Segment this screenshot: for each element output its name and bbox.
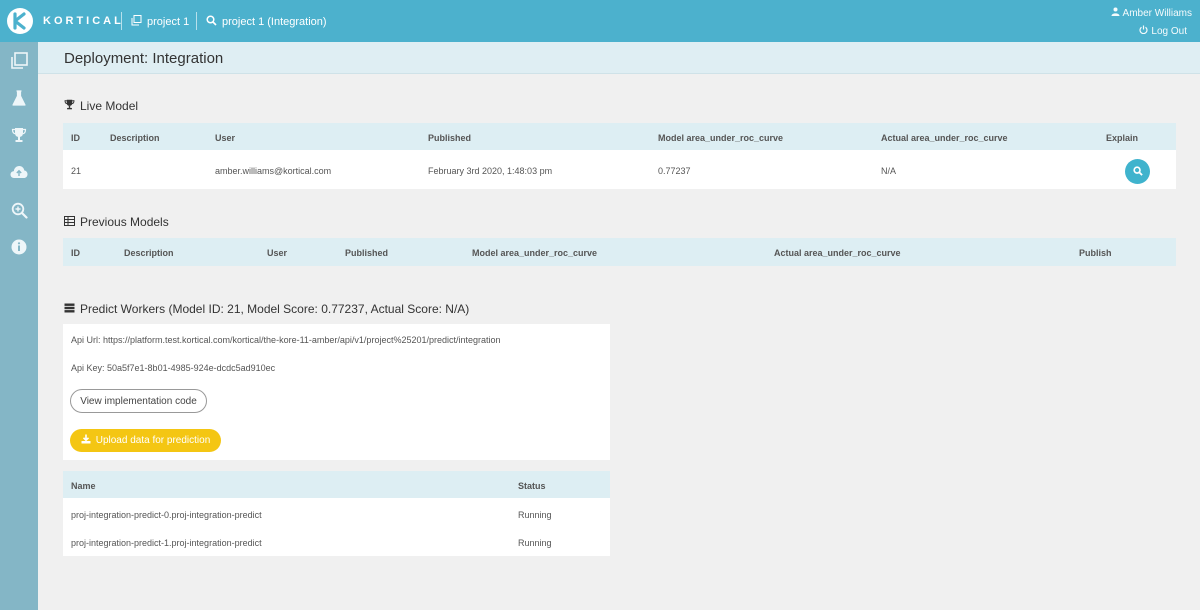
breadcrumb-deployment-label: project 1 (Integration) bbox=[222, 16, 327, 28]
view-implementation-code-button[interactable]: View implementation code bbox=[70, 389, 207, 413]
previous-models-title: Previous Models bbox=[80, 215, 169, 229]
info-icon[interactable] bbox=[9, 237, 29, 257]
projects-icon bbox=[131, 15, 142, 29]
column-header: User bbox=[267, 248, 288, 258]
actual-score: N/A bbox=[881, 166, 897, 176]
power-icon bbox=[1139, 25, 1148, 37]
download-icon bbox=[81, 434, 91, 447]
top-bar: KORTICAL project 1 project 1 (Integratio… bbox=[0, 0, 1200, 42]
column-header: Actual area_under_roc_curve bbox=[881, 133, 1008, 143]
column-header: Model area_under_roc_curve bbox=[472, 248, 598, 258]
server-icon bbox=[64, 302, 75, 316]
user-menu[interactable]: Amber Williams bbox=[1111, 7, 1192, 19]
projects-icon[interactable] bbox=[9, 51, 29, 71]
live-model-table: ID Description User Published Model area… bbox=[63, 123, 1176, 189]
explain-button[interactable] bbox=[1125, 159, 1150, 184]
flask-icon[interactable] bbox=[9, 88, 29, 108]
previous-models-table: ID Description User Published Model area… bbox=[63, 238, 1176, 266]
column-header: Published bbox=[345, 248, 389, 258]
predict-workers-panel: Api Url: https://platform.test.kortical.… bbox=[63, 324, 610, 460]
worker-status: Running bbox=[518, 510, 552, 520]
breadcrumb-project-label: project 1 bbox=[147, 16, 190, 28]
column-header: Published bbox=[428, 133, 472, 143]
page-header: Deployment: Integration bbox=[38, 42, 1200, 74]
breadcrumb-divider bbox=[121, 12, 122, 30]
column-header: ID bbox=[71, 133, 80, 143]
kortical-logo-icon[interactable] bbox=[7, 8, 33, 34]
model-id: 21 bbox=[71, 166, 82, 176]
column-header: ID bbox=[71, 248, 80, 258]
upload-data-button[interactable]: Upload data for prediction bbox=[70, 429, 221, 452]
zoom-icon[interactable] bbox=[9, 200, 29, 220]
column-header: Description bbox=[124, 248, 174, 258]
trophy-icon bbox=[64, 99, 75, 113]
column-header: Description bbox=[110, 133, 160, 143]
predict-workers-title: Predict Workers (Model ID: 21, Model Sco… bbox=[80, 302, 470, 316]
brand-name[interactable]: KORTICAL bbox=[43, 15, 124, 27]
column-header: Model area_under_roc_curve bbox=[658, 133, 784, 143]
upload-data-label: Upload data for prediction bbox=[95, 435, 211, 446]
table-header: ID Description User Published Model area… bbox=[63, 238, 1176, 266]
column-header: Publish bbox=[1079, 248, 1112, 258]
user-name: Amber Williams bbox=[1122, 7, 1192, 19]
page-title: Deployment: Integration bbox=[64, 50, 224, 67]
table-header: ID Description User Published Model area… bbox=[63, 123, 1176, 150]
api-key[interactable]: Api Key: 50a5f7e1-8b01-4985-924e-dcdc5ad… bbox=[71, 363, 275, 373]
table-header: Name Status bbox=[63, 471, 610, 498]
live-model-title: Live Model bbox=[80, 99, 139, 113]
column-header: User bbox=[215, 133, 236, 143]
worker-name: proj-integration-predict-0.proj-integrat… bbox=[71, 510, 262, 520]
cloud-upload-icon[interactable] bbox=[9, 162, 29, 182]
api-url[interactable]: Api Url: https://platform.test.kortical.… bbox=[71, 335, 501, 345]
user-icon bbox=[1111, 7, 1120, 19]
model-user: amber.williams@kortical.com bbox=[215, 166, 332, 176]
breadcrumb-project[interactable]: project 1 bbox=[131, 15, 189, 29]
search-icon bbox=[1132, 163, 1143, 181]
breadcrumb-divider bbox=[196, 12, 197, 30]
column-header: Status bbox=[518, 481, 546, 491]
column-header: Actual area_under_roc_curve bbox=[774, 248, 901, 258]
worker-name: proj-integration-predict-1.proj-integrat… bbox=[71, 538, 262, 548]
previous-models-heading: Previous Models bbox=[64, 215, 169, 229]
column-header: Explain bbox=[1106, 133, 1139, 143]
logout-label: Log Out bbox=[1151, 25, 1187, 37]
column-header: Name bbox=[71, 481, 96, 491]
predict-workers-heading: Predict Workers (Model ID: 21, Model Sco… bbox=[64, 302, 469, 316]
model-published: February 3rd 2020, 1:48:03 pm bbox=[428, 166, 553, 176]
breadcrumb-deployment[interactable]: project 1 (Integration) bbox=[206, 15, 327, 29]
model-score: 0.77237 bbox=[658, 166, 691, 176]
worker-status: Running bbox=[518, 538, 552, 548]
live-model-heading: Live Model bbox=[64, 99, 138, 113]
table-icon bbox=[64, 215, 75, 229]
logout-button[interactable]: Log Out bbox=[1139, 25, 1187, 37]
trophy-icon[interactable] bbox=[9, 125, 29, 145]
sidebar bbox=[0, 42, 38, 610]
predict-workers-table: Name Status proj-integration-predict-0.p… bbox=[63, 471, 610, 556]
search-icon bbox=[206, 15, 217, 29]
